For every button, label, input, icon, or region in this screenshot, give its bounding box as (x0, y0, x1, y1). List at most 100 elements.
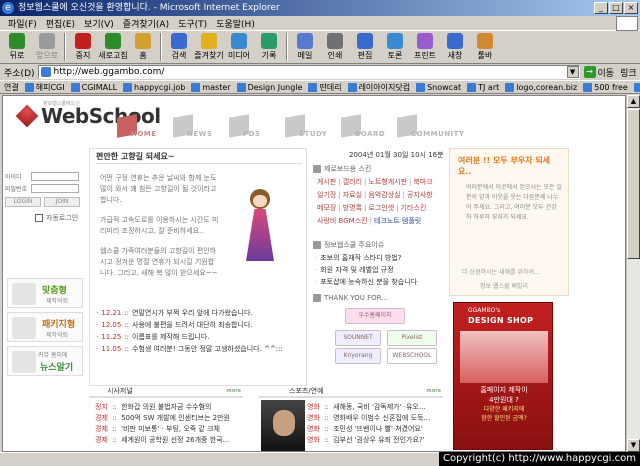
menu-edit[interactable]: 편집(E) (46, 17, 75, 30)
link-item[interactable]: happycgi.job (123, 82, 185, 92)
nav-study[interactable]: STUDY (279, 114, 329, 144)
article-title: 한화갑 의원 불법자금 수수혐의 (121, 403, 212, 411)
article-item[interactable]: 영화 :: 김부선 '권상우 유죄 전인가요?' (307, 435, 447, 446)
skin-link[interactable]: 노트형게시판 (368, 178, 407, 186)
partner-banner[interactable]: 우수홈페이지 (345, 308, 405, 324)
toolbar-button[interactable]: 검색 (164, 31, 194, 63)
news-item[interactable]: · 11.25:: 이름표를 제작해 드립니다. (96, 331, 306, 343)
nav-home[interactable]: HOME (111, 114, 161, 144)
join-button[interactable]: JOIN (44, 197, 80, 207)
toolbar-button[interactable]: 인쇄 (320, 31, 350, 63)
skin-link[interactable]: 사랑비 BGM스킨 (317, 217, 368, 225)
menu-file[interactable]: 파일(F) (8, 17, 37, 30)
address-dropdown-icon[interactable]: ▼ (566, 66, 579, 78)
article-item[interactable]: 경제 :: 세계원이 공학원 선정 26개중 한국... (95, 435, 245, 446)
skin-link[interactable]: 북마크 (413, 178, 432, 186)
partner-banner[interactable]: Knyorang (335, 348, 381, 364)
go-button[interactable]: → 이동 (583, 66, 614, 79)
toolbar-button[interactable]: 앞으로 (32, 31, 62, 63)
link-item[interactable]: logo,corean.biz (505, 82, 577, 92)
promo-custom[interactable]: 맞춤형 제작의뢰 (7, 278, 83, 308)
promo-package[interactable]: 패키지형 제작의뢰 (7, 312, 83, 342)
link-item[interactable]: 딴데리 (308, 82, 342, 93)
toolbar-button[interactable]: 미디어 (224, 31, 254, 63)
nav-community[interactable]: COMMUNITY (391, 114, 464, 144)
address-input[interactable]: http://web.ggambo.com/ ▼ (37, 65, 580, 79)
skin-link[interactable]: 음악감상실 (368, 191, 400, 199)
menu-tools[interactable]: 도구(T) (178, 17, 207, 30)
partner-banner[interactable]: Pixelist (387, 330, 437, 346)
news-item[interactable]: · 12.05:: 사용에 불편을 드려서 대단히 죄송합니다. (96, 319, 306, 331)
toolbar-button[interactable]: 기록 (254, 31, 284, 63)
menu-help[interactable]: 도움말(H) (216, 17, 255, 30)
separator: | (396, 204, 399, 212)
minimize-button[interactable]: _ (594, 2, 608, 14)
nav-board[interactable]: BOARD (335, 114, 385, 144)
toolbar-button[interactable]: 편집 (350, 31, 380, 63)
skin-link[interactable]: 방명록 (343, 204, 362, 212)
section-left-more[interactable]: more (226, 388, 241, 394)
article-item[interactable]: 경제 :: '비판 미보통' · 부팅, 오죽 같 크체 (95, 424, 245, 435)
news-item[interactable]: · 12.21:: 연말연시가 부쩍 우리 앞에 다가왔습니다. (96, 307, 306, 319)
issue-item[interactable]: · 회원 자격 및 레벨업 규정 (315, 264, 447, 276)
skin-link[interactable]: 자료실 (343, 191, 362, 199)
nav-news[interactable]: NEWS (167, 114, 217, 144)
skin-link[interactable]: 테크노트 템플릿 (374, 217, 421, 225)
skin-link[interactable]: 일기장 (317, 191, 336, 199)
scroll-down-icon[interactable]: ▼ (627, 439, 640, 452)
toolbar-button[interactable]: 메일 (290, 31, 320, 63)
article-item[interactable]: 영화 :: 조민성 '뜨밴이나 빨'·쳐겼어요' (307, 424, 447, 435)
article-item[interactable]: 영화 :: 영화배우 이범수 신혼집에 도둑... (307, 413, 447, 424)
vertical-scrollbar[interactable]: ▲ ▼ (626, 95, 640, 452)
toolbar-button[interactable]: 툴바 (470, 31, 500, 63)
skin-link[interactable]: 갤러리 (343, 178, 362, 186)
link-item[interactable]: Design Jungle (236, 82, 302, 92)
id-input[interactable] (31, 172, 79, 181)
skin-link[interactable]: 로그인셋 (368, 204, 394, 212)
link-item[interactable]: 레이아이지닷컴 (347, 82, 410, 93)
skin-link[interactable]: 게시판 (317, 178, 336, 186)
article-item[interactable]: 영화 :: 새해동, 국비 '감독제가' ·유오... (307, 402, 447, 413)
close-button[interactable]: × (624, 2, 638, 14)
password-input[interactable] (31, 184, 79, 193)
skin-link[interactable]: 공지사항 (407, 191, 433, 199)
scroll-up-icon[interactable]: ▲ (627, 95, 640, 108)
maximize-button[interactable]: □ (609, 2, 623, 14)
toolbar-button[interactable]: 홈 (128, 31, 158, 63)
link-item[interactable]: 500 free (583, 82, 628, 92)
partner-banner[interactable]: WEBSCHOOL (387, 348, 437, 364)
toolbar-button[interactable]: 즐겨찾기 (194, 31, 224, 63)
auto-login-checkbox[interactable]: 자동로그인 (35, 213, 85, 223)
link-item[interactable]: master (191, 82, 231, 92)
article-item[interactable]: 경제 :: 500억 SW 개발에 인센티브는 2만원 (95, 413, 245, 424)
toolbar-button[interactable]: 뒤로 (2, 31, 32, 63)
article-item[interactable]: 정치 :: 한화갑 의원 불법자금 수수혐의 (95, 402, 245, 413)
toolbar-button-label: 기록 (261, 51, 277, 60)
design-shop-ad[interactable]: GGAMBO's DESIGN SHOP 홈페이지 제작이 4만원대 ? 다양한 … (453, 302, 553, 450)
toolbar-button[interactable]: 중지 (68, 31, 98, 63)
promo-news[interactable]: 커뮤 홈피에 뉴스알기 (7, 346, 83, 376)
link-item[interactable]: Snowcat (416, 82, 461, 92)
link-item[interactable]: 앱고 (633, 82, 640, 93)
link-item[interactable]: CGIMALL (70, 82, 117, 92)
issue-item[interactable]: · 포토샵에 능숙하신 분을 찾습니다 (315, 276, 447, 288)
menu-favorites[interactable]: 즐겨찾기(A) (123, 17, 169, 30)
toolbar-button[interactable]: 새창 (440, 31, 470, 63)
news-item[interactable]: · 11.05:: 수험생 여러분! 그동안 정말 고생하셨습니다. ^^::: (96, 343, 306, 355)
links-label[interactable]: 링크 (620, 66, 637, 79)
skin-link[interactable]: 메모장 (317, 204, 336, 212)
scroll-thumb[interactable] (627, 109, 640, 259)
nav-pds[interactable]: PDS (223, 114, 273, 144)
toolbar-button[interactable]: 새로고침 (98, 31, 128, 63)
link-item[interactable]: TJ art (467, 82, 499, 92)
rich-ad-box[interactable]: 여러분 !! 모두 부우자 되세요.. 여러분께서 이곳에서 얻으시는 모든 일… (449, 148, 569, 296)
toolbar-button[interactable]: 토론 (380, 31, 410, 63)
link-item[interactable]: 해피CGI (24, 82, 65, 93)
skin-link[interactable]: 기타스킨 (401, 204, 427, 212)
toolbar-button[interactable]: 프린트 (410, 31, 440, 63)
menu-view[interactable]: 보기(V) (84, 17, 114, 30)
login-button[interactable]: LOGIN (5, 197, 41, 207)
section-right-more[interactable]: more (426, 388, 441, 394)
partner-banner[interactable]: SOUNNET (335, 330, 381, 346)
issue-item[interactable]: · 초보의 홈재작 스타디 방법? (315, 252, 447, 264)
